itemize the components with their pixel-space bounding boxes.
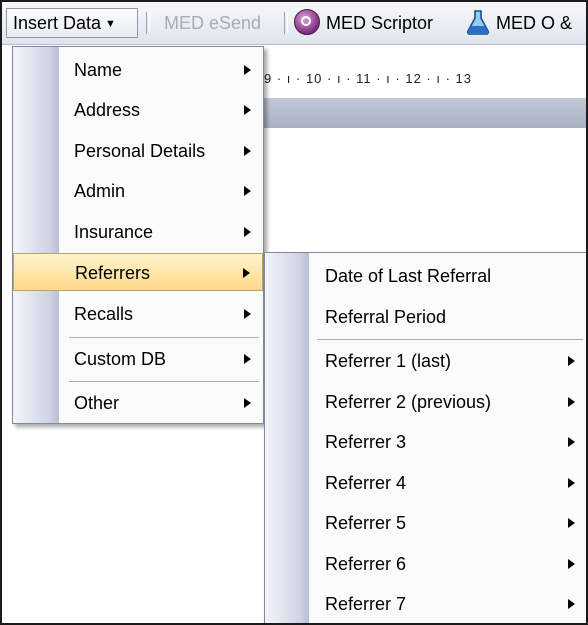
submenu-arrow-icon bbox=[244, 146, 251, 156]
submenu-arrow-icon bbox=[244, 309, 251, 319]
insert-data-label: Insert Data bbox=[13, 13, 102, 33]
med-esend-button[interactable]: MED eSend bbox=[152, 8, 261, 38]
menu-item-label: Referrers bbox=[75, 263, 151, 283]
menu-item-referral-period[interactable]: Referral Period bbox=[265, 298, 586, 336]
menu-item-referrer-5[interactable]: Referrer 5 bbox=[265, 504, 586, 542]
menu-item-date-of-last-referral[interactable]: Date of Last Referral bbox=[265, 257, 586, 295]
menu-item-name[interactable]: Name bbox=[13, 51, 263, 89]
scriptor-circle-icon bbox=[294, 9, 320, 35]
submenu-arrow-icon bbox=[568, 599, 575, 609]
menu-item-other[interactable]: Other bbox=[13, 384, 263, 422]
menu-item-referrer-6[interactable]: Referrer 6 bbox=[265, 545, 586, 583]
menu-item-label: Recalls bbox=[74, 304, 134, 324]
menu-item-label: Referrer 7 bbox=[325, 594, 407, 614]
med-scriptor-label: MED Scriptor bbox=[326, 13, 434, 33]
menu-item-label: Name bbox=[74, 60, 123, 80]
menu-separator bbox=[69, 337, 259, 338]
submenu-arrow-icon bbox=[568, 478, 575, 488]
menu-item-address[interactable]: Address bbox=[13, 91, 263, 129]
ruler: 9 · ı · 10 · ı · 11 · ı · 12 · ı · 13 bbox=[264, 64, 586, 94]
menu-item-label: Personal Details bbox=[74, 141, 206, 161]
toolbar-separator bbox=[284, 12, 288, 34]
toolbar-separator bbox=[146, 12, 150, 34]
menu-item-referrers[interactable]: Referrers bbox=[13, 253, 263, 291]
menu-item-referrer-3[interactable]: Referrer 3 bbox=[265, 423, 586, 461]
menu-item-label: Referrer 1 (last) bbox=[325, 351, 452, 371]
submenu-arrow-icon bbox=[244, 65, 251, 75]
submenu-arrow-icon bbox=[244, 354, 251, 364]
submenu-arrow-icon bbox=[568, 437, 575, 447]
menu-item-label: Custom DB bbox=[74, 349, 167, 369]
insert-data-menu: Name Address Personal Details Admin Insu… bbox=[12, 46, 264, 424]
submenu-arrow-icon bbox=[244, 105, 251, 115]
referrers-submenu: Date of Last Referral Referral Period Re… bbox=[264, 252, 586, 623]
menu-item-insurance[interactable]: Insurance bbox=[13, 213, 263, 251]
menu-item-label: Other bbox=[74, 393, 120, 413]
menu-item-label: Referrer 2 (previous) bbox=[325, 392, 492, 412]
med-o-button[interactable]: MED O & bbox=[466, 8, 572, 38]
menu-item-label: Referrer 4 bbox=[325, 473, 407, 493]
menu-item-personal-details[interactable]: Personal Details bbox=[13, 132, 263, 170]
submenu-arrow-icon bbox=[568, 559, 575, 569]
menu-item-label: Admin bbox=[74, 181, 126, 201]
menu-item-label: Referrer 6 bbox=[325, 554, 407, 574]
submenu-arrow-icon bbox=[568, 397, 575, 407]
submenu-arrow-icon bbox=[243, 268, 250, 278]
med-esend-label: MED eSend bbox=[164, 13, 262, 33]
menu-item-label: Insurance bbox=[74, 222, 154, 242]
menu-item-referrer-7[interactable]: Referrer 7 bbox=[265, 585, 586, 623]
ruler-bar bbox=[264, 98, 586, 128]
chevron-down-icon: ▼ bbox=[105, 18, 116, 30]
insert-data-button[interactable]: Insert Data ▼ bbox=[6, 8, 138, 38]
menu-item-label: Referral Period bbox=[325, 307, 447, 327]
menu-item-label: Referrer 5 bbox=[325, 513, 407, 533]
menu-separator bbox=[69, 381, 259, 382]
menu-item-label: Address bbox=[74, 100, 141, 120]
menu-item-referrer-2[interactable]: Referrer 2 (previous) bbox=[265, 383, 586, 421]
menu-item-referrer-1[interactable]: Referrer 1 (last) bbox=[265, 342, 586, 380]
menu-item-recalls[interactable]: Recalls bbox=[13, 295, 263, 333]
menu-item-label: Date of Last Referral bbox=[325, 266, 492, 286]
toolbar: Insert Data ▼ MED eSend MED Scriptor MED … bbox=[2, 2, 586, 45]
menu-item-admin[interactable]: Admin bbox=[13, 172, 263, 210]
submenu-arrow-icon bbox=[244, 227, 251, 237]
submenu-arrow-icon bbox=[568, 518, 575, 528]
app-window: Insert Data ▼ MED eSend MED Scriptor MED … bbox=[0, 0, 588, 625]
med-scriptor-button[interactable]: MED Scriptor bbox=[294, 8, 433, 38]
menu-item-referrer-4[interactable]: Referrer 4 bbox=[265, 464, 586, 502]
submenu-arrow-icon bbox=[244, 398, 251, 408]
submenu-arrow-icon bbox=[244, 186, 251, 196]
flask-icon bbox=[466, 9, 490, 44]
menu-item-custom-db[interactable]: Custom DB bbox=[13, 340, 263, 378]
menu-item-label: Referrer 3 bbox=[325, 432, 407, 452]
menu-separator bbox=[317, 339, 583, 340]
med-o-label: MED O & bbox=[496, 13, 573, 33]
ruler-ticks: 9 · ı · 10 · ı · 11 · ı · 12 · ı · 13 bbox=[264, 71, 472, 86]
submenu-arrow-icon bbox=[568, 356, 575, 366]
